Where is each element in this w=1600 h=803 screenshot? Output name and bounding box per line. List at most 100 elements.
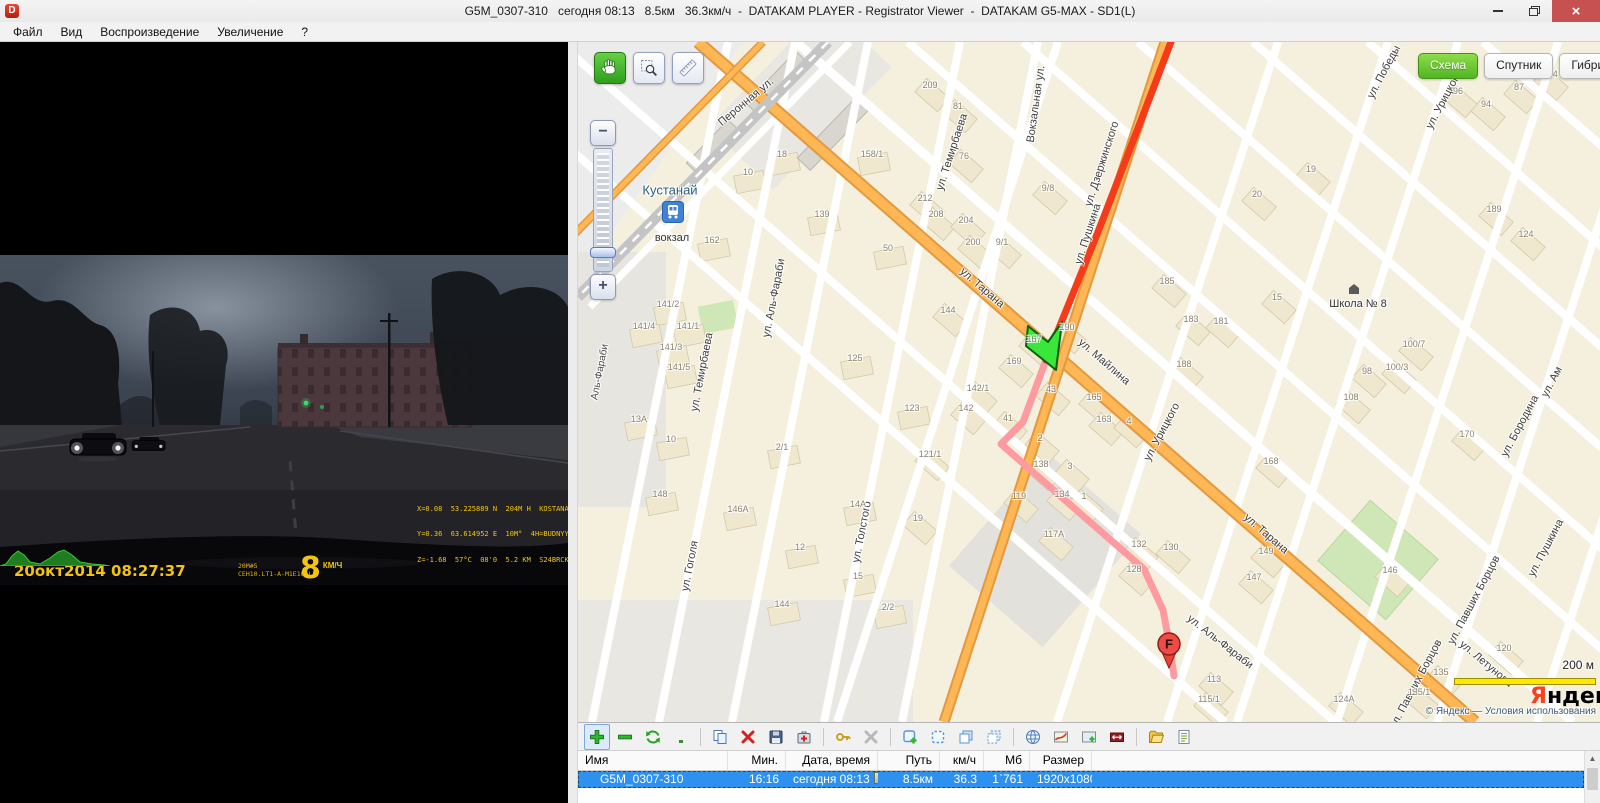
cell-Мб: 1`761 bbox=[984, 771, 1030, 788]
column-header[interactable]: Мб bbox=[984, 751, 1030, 770]
pan-hand-button[interactable] bbox=[594, 52, 626, 84]
minimize-button[interactable] bbox=[1480, 0, 1516, 22]
osd-speed: 8 КМ/Ч bbox=[300, 556, 342, 582]
open-folder-button[interactable] bbox=[1143, 724, 1169, 750]
house-number: 132 bbox=[1131, 539, 1146, 549]
house-number: 14А bbox=[850, 499, 866, 509]
house-number: 9/8 bbox=[1042, 183, 1055, 193]
more-button[interactable] bbox=[668, 724, 694, 750]
house-number: 20 bbox=[1252, 189, 1262, 199]
station-label: вокзал bbox=[655, 232, 689, 244]
cell-Имя: G5M_0307-310 bbox=[578, 771, 728, 788]
house-number: 190 bbox=[1059, 322, 1074, 332]
cell-Размер: 1920x1080 bbox=[1030, 771, 1092, 788]
scrollbar-up-arrow[interactable]: ▲ bbox=[1585, 751, 1600, 766]
house-number: 168 bbox=[1263, 456, 1278, 466]
frame-select-button[interactable] bbox=[925, 724, 951, 750]
toolbar-separator bbox=[890, 728, 891, 746]
map-type-button[interactable]: Гибрид bbox=[1559, 53, 1600, 79]
house-number: 9/1 bbox=[996, 237, 1009, 247]
house-number: 43 bbox=[1046, 384, 1056, 394]
cascade-button[interactable] bbox=[953, 724, 979, 750]
key-button[interactable] bbox=[830, 724, 856, 750]
house-number: 144 bbox=[940, 305, 955, 315]
street-label: Аль-Фараби bbox=[589, 343, 611, 401]
screen-size-button[interactable] bbox=[1104, 724, 1130, 750]
map-copyright-link[interactable]: © Яндекс — Условия использования bbox=[1426, 706, 1596, 717]
column-header[interactable]: Путь bbox=[878, 751, 940, 770]
house-number: 170 bbox=[1459, 429, 1474, 439]
house-number: 121/1 bbox=[919, 449, 942, 459]
copy-button[interactable] bbox=[707, 724, 733, 750]
file-table-scrollbar[interactable]: ▲ bbox=[1584, 751, 1600, 803]
house-number: 141/1 bbox=[677, 321, 700, 331]
scrollbar-thumb[interactable] bbox=[1587, 768, 1598, 790]
map-type-button[interactable]: Спутник bbox=[1484, 53, 1553, 79]
backup-button[interactable] bbox=[791, 724, 817, 750]
restore-icon bbox=[1529, 6, 1540, 16]
column-header[interactable]: Имя bbox=[578, 751, 728, 770]
menu-item-file[interactable]: Файл bbox=[4, 23, 52, 41]
house-number: 15 bbox=[853, 571, 863, 581]
ruler-button[interactable] bbox=[672, 52, 704, 84]
house-number: 139 bbox=[814, 209, 829, 219]
house-number: 189 bbox=[1486, 204, 1501, 214]
city-label: Кустанай bbox=[642, 183, 697, 198]
train-station-icon[interactable] bbox=[663, 202, 683, 222]
menu-item-help[interactable]: ? bbox=[292, 23, 317, 41]
house-number: 134 bbox=[1054, 489, 1069, 499]
house-number: 146 bbox=[1382, 565, 1397, 575]
restore-button[interactable] bbox=[1516, 0, 1552, 22]
street-label: ул. Дзержинского bbox=[1083, 120, 1122, 208]
zoom-in-button[interactable]: + bbox=[590, 274, 616, 300]
cell-Дата, время: сегодня 08:13 bbox=[786, 771, 878, 788]
delete-button[interactable] bbox=[735, 724, 761, 750]
house-number: 125 bbox=[847, 353, 862, 363]
video-panel[interactable]: 20окт2014 08:27:37 20M#5 CEH10.LT1-A-M1E… bbox=[0, 42, 568, 803]
clear-button-disabled bbox=[858, 724, 884, 750]
panel-splitter[interactable] bbox=[568, 42, 578, 803]
close-button[interactable]: × bbox=[1552, 0, 1600, 22]
street-label: ул. Пушкина bbox=[1073, 202, 1104, 266]
house-number: 100/7 bbox=[1403, 339, 1426, 349]
report-button[interactable] bbox=[1171, 724, 1197, 750]
zoom-slider-track[interactable] bbox=[593, 148, 613, 272]
table-row[interactable]: G5M_0307-31016:16сегодня 08:138.5км36.31… bbox=[578, 771, 1584, 788]
column-header[interactable]: км/ч bbox=[940, 751, 984, 770]
street-label: ул. Урицкого bbox=[1142, 401, 1183, 463]
house-number: 123 bbox=[904, 403, 919, 413]
column-header[interactable]: Дата, время bbox=[786, 751, 878, 770]
map-add-button[interactable] bbox=[1076, 724, 1102, 750]
frame-add-button[interactable] bbox=[897, 724, 923, 750]
cascade-select-button[interactable] bbox=[981, 724, 1007, 750]
menu-item-view[interactable]: Вид bbox=[52, 23, 92, 41]
osd-speed-graph bbox=[0, 546, 110, 566]
map-route-button[interactable] bbox=[1048, 724, 1074, 750]
map-tools bbox=[594, 52, 704, 84]
house-number: 2/1 bbox=[776, 442, 789, 452]
add-button[interactable] bbox=[584, 724, 610, 750]
google-earth-button[interactable] bbox=[1020, 724, 1046, 750]
house-number: 4 bbox=[1126, 416, 1131, 426]
house-number: 138 bbox=[1033, 459, 1048, 469]
column-header[interactable]: Мин. bbox=[728, 751, 786, 770]
remove-button[interactable] bbox=[612, 724, 638, 750]
zoom-slider-handle[interactable] bbox=[590, 247, 616, 258]
map-zoom-control: − + bbox=[588, 120, 616, 300]
house-number: 115/1 bbox=[1198, 694, 1220, 704]
house-number: 96 bbox=[1453, 86, 1463, 96]
house-number: 158/1 bbox=[861, 149, 884, 159]
house-number: 135 bbox=[1433, 667, 1448, 677]
menu-item-zoom[interactable]: Увеличение bbox=[208, 23, 292, 41]
map-panel[interactable]: F Перонная ул.ул. Темирбаеваул. Темирбае… bbox=[578, 42, 1600, 722]
zoom-out-button[interactable]: − bbox=[590, 120, 616, 146]
zoom-select-button[interactable] bbox=[633, 52, 665, 84]
column-header[interactable]: Размер bbox=[1030, 751, 1092, 770]
street-label: Перонная ул. bbox=[716, 75, 776, 128]
menu-item-playback[interactable]: Воспроизведение bbox=[91, 23, 208, 41]
map-type-button[interactable]: Схема bbox=[1418, 53, 1478, 79]
osd-gps-data: X=0.08 53.225889 N 204M H KOSTANAY Y=0.3… bbox=[417, 488, 568, 582]
refresh-button[interactable] bbox=[640, 724, 666, 750]
save-button[interactable] bbox=[763, 724, 789, 750]
house-number: 141/3 bbox=[660, 342, 683, 352]
